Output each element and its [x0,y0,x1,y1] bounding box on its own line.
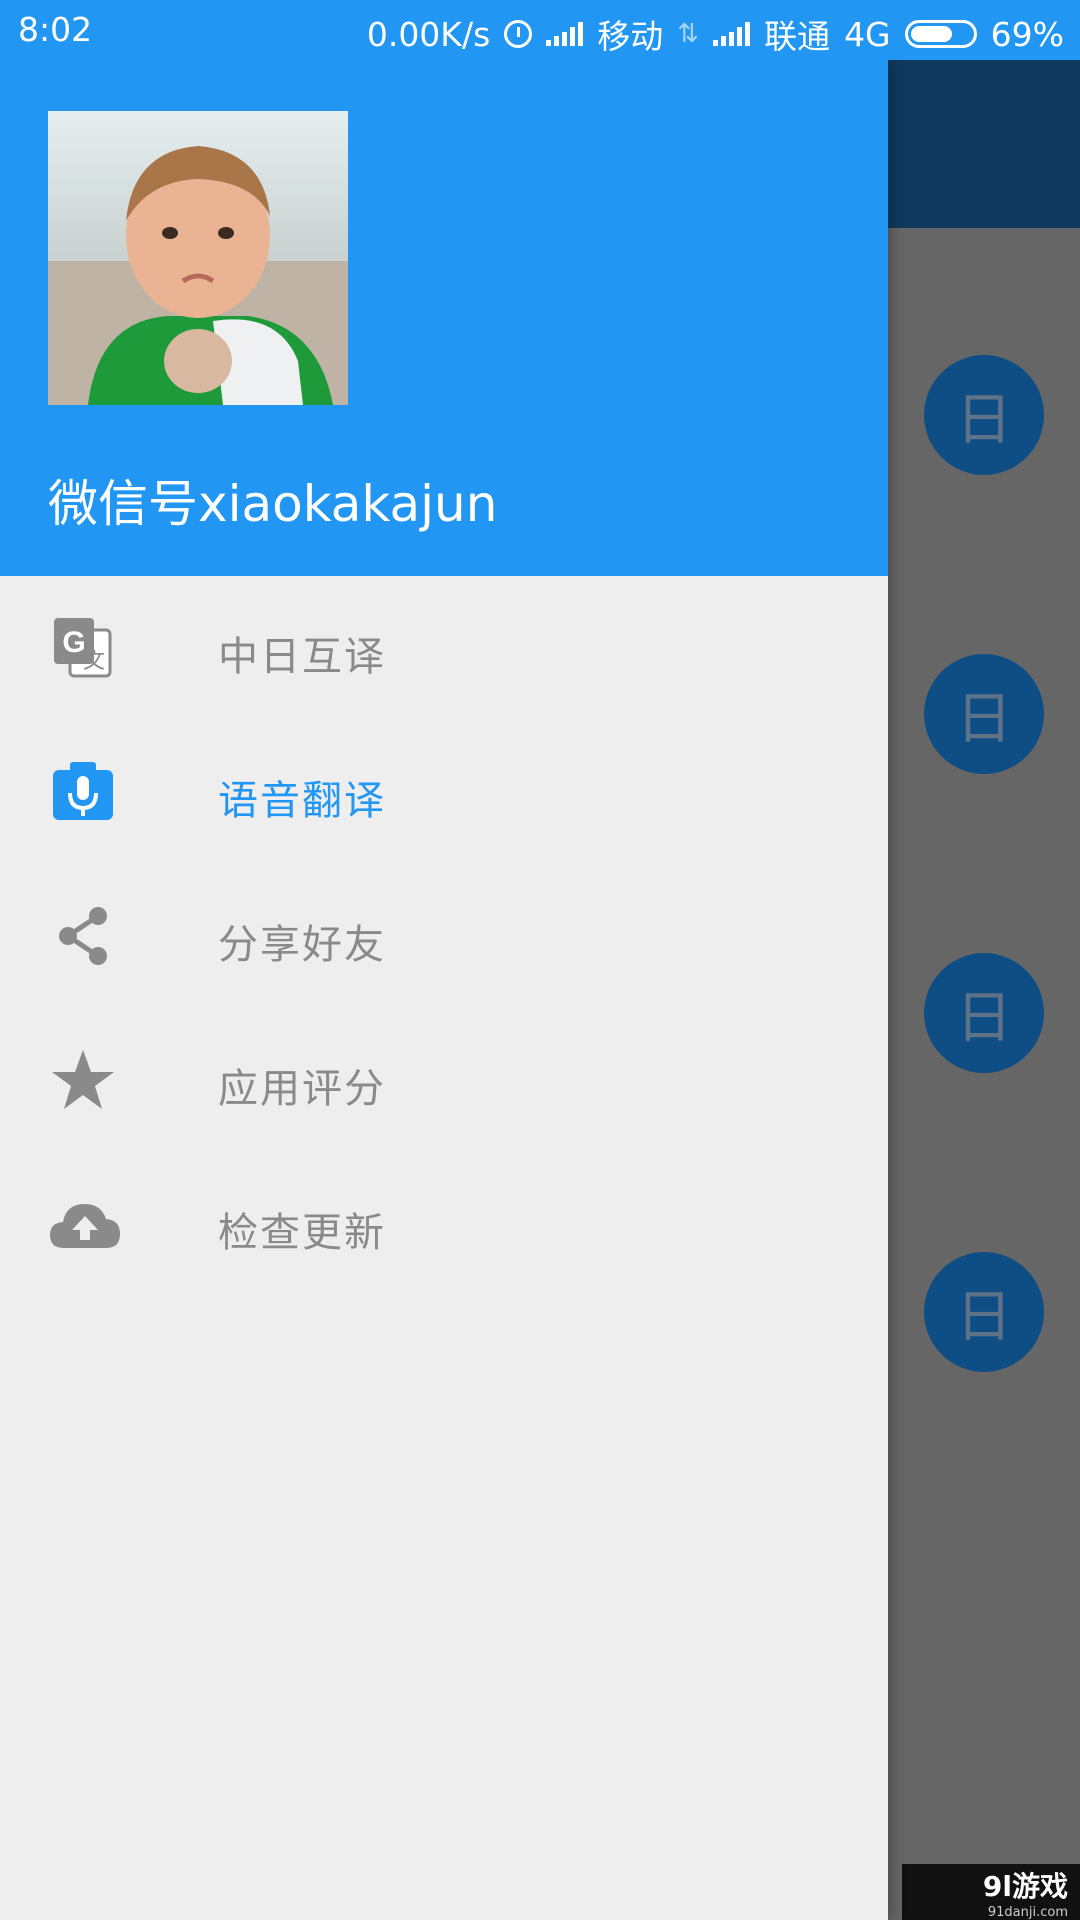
menu-item-rate[interactable]: 应用评分 [0,1008,888,1152]
fab-button-4[interactable]: 日 [924,1252,1044,1372]
signal-icon-2 [713,22,751,46]
star-icon [48,1048,118,1112]
status-right-group: 0.00K/s 移动 ⇅ 联通 4G 69% [367,10,1064,58]
background-content: 日 日 日 日 [888,60,1080,1920]
carrier-1: 移动 [597,17,664,56]
watermark-brand: 9l游戏 [982,1869,1068,1903]
menu-item-check-update[interactable]: 检查更新 [0,1152,888,1296]
fab-button-3[interactable]: 日 [924,953,1044,1073]
alarm-icon [504,20,533,48]
voice-translate-icon [48,760,118,824]
menu-item-label: 语音翻译 [218,778,386,824]
translate-icon: G 文 [48,616,118,680]
navigation-drawer: 微信号xiaokakajun G 文 中日互译 语音翻译 分享好友 应用评分 检… [0,60,888,1920]
background-app-bar [888,60,1080,228]
username: 微信号xiaokakajun [48,475,498,533]
battery-percent: 69% [990,14,1064,54]
share-icon [48,904,118,968]
carrier-2: 联通 [764,17,831,56]
watermark-url: 91danji.com [987,1904,1068,1920]
menu-item-translate[interactable]: G 文 中日互译 [0,576,888,720]
fab-button-2[interactable]: 日 [924,654,1044,774]
cloud-upload-icon [48,1192,120,1256]
drawer-menu: G 文 中日互译 语音翻译 分享好友 应用评分 检查更新 [0,576,888,1296]
network-type: 4G [844,14,891,54]
battery-icon [904,20,977,48]
menu-item-share[interactable]: 分享好友 [0,864,888,1008]
fab-button-1[interactable]: 日 [924,355,1044,475]
status-bar: 8:02 0.00K/s 移动 ⇅ 联通 4G 69% [0,0,1080,60]
signal-icon [546,22,584,46]
avatar[interactable] [48,111,348,405]
menu-item-label: 中日互译 [218,634,386,680]
menu-item-label: 应用评分 [218,1066,386,1112]
svg-text:文: 文 [83,649,105,674]
menu-item-voice-translate[interactable]: 语音翻译 [0,720,888,864]
watermark: 9l游戏 91danji.com [902,1864,1080,1920]
status-time: 8:02 [18,10,93,49]
menu-item-label: 检查更新 [218,1210,386,1256]
drawer-header: 微信号xiaokakajun [0,60,888,576]
network-speed: 0.00K/s [366,14,491,54]
menu-item-label: 分享好友 [218,922,386,968]
data-transfer-icon: ⇅ [677,19,700,49]
